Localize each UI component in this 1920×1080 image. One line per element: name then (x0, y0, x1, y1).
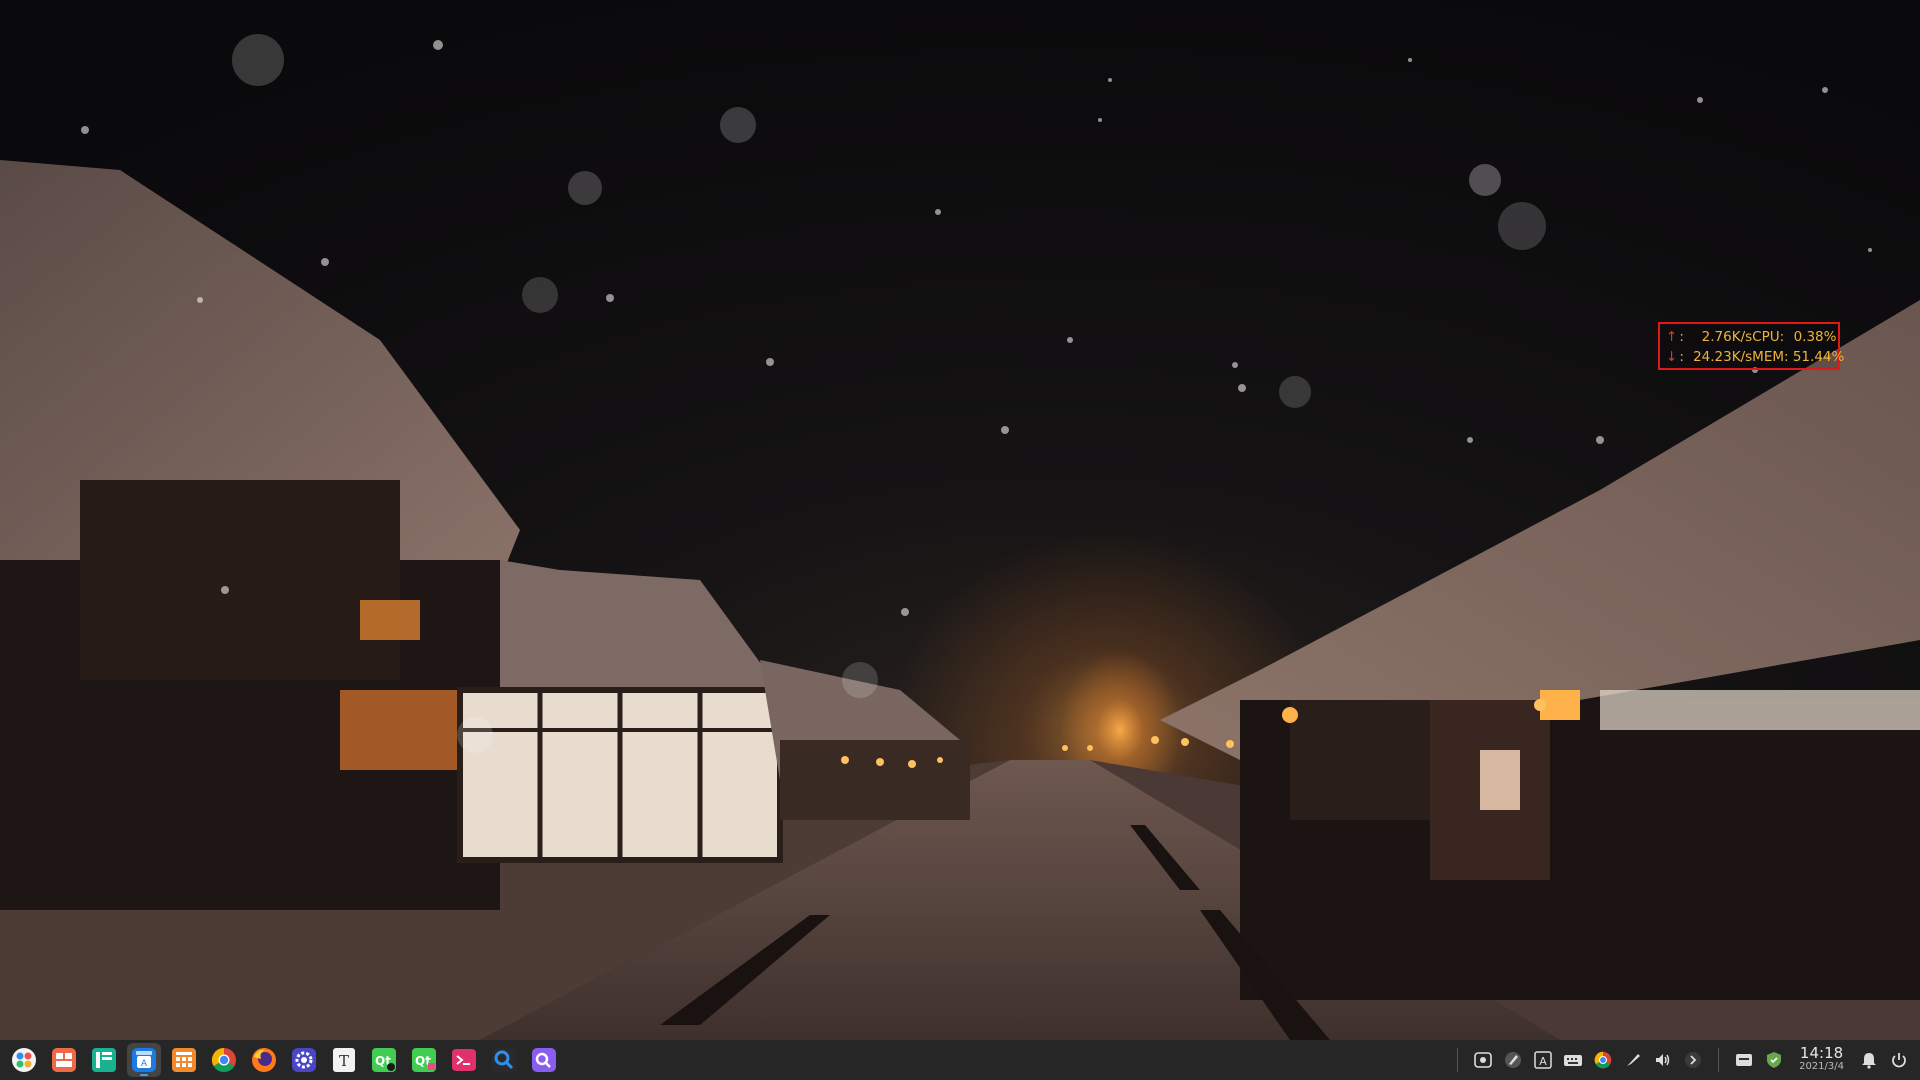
volume-tray-button[interactable] (1652, 1049, 1674, 1071)
pen-icon (1505, 1052, 1522, 1068)
taskbar: A T Qt Qt A 14:18 2021/3/4 (0, 1040, 1920, 1080)
desktop-wallpaper (0, 0, 1920, 1040)
shield-tray-button[interactable] (1763, 1049, 1785, 1071)
network-monitor-widget[interactable]: ↑: 2.76K/s CPU: 0.38% ↓: 24.23K/s MEM: 5… (1658, 322, 1845, 370)
mem-label: MEM: (1752, 349, 1789, 365)
svg-text:T: T (339, 1052, 349, 1070)
chrome-button[interactable] (207, 1043, 241, 1077)
gear-icon (292, 1048, 316, 1072)
upload-speed: 2.76K/s (1701, 329, 1753, 345)
notification-button[interactable] (1858, 1049, 1880, 1071)
expand-tray-icon (1685, 1052, 1702, 1068)
cpu-label: CPU: (1752, 329, 1785, 345)
input-method-icon: A (1534, 1051, 1552, 1069)
text-editor-icon: T (333, 1048, 355, 1072)
search-icon (492, 1048, 516, 1072)
app-store-button[interactable]: A (127, 1043, 161, 1077)
chrome-tray-button[interactable] (1592, 1049, 1614, 1071)
terminal-button[interactable] (447, 1043, 481, 1077)
mem-value: 51.44% (1792, 349, 1845, 365)
screenshot-tray-button[interactable] (1472, 1049, 1494, 1071)
screenshot-icon (1474, 1052, 1492, 1068)
multitask-view-icon (52, 1048, 76, 1072)
keyboard-tray-button[interactable] (1562, 1049, 1584, 1071)
pen-tray-button[interactable] (1502, 1049, 1524, 1071)
store-icon: A (132, 1048, 156, 1072)
brush-icon (1627, 1054, 1641, 1066)
qt-designer-button[interactable]: Qt (407, 1043, 441, 1077)
svg-text:A: A (141, 1059, 148, 1069)
tray-divider (1457, 1048, 1459, 1072)
text-editor-button[interactable]: T (327, 1043, 361, 1077)
firefox-icon (252, 1048, 276, 1072)
music-icon (532, 1048, 556, 1072)
qt-creator-button[interactable]: Qt (367, 1043, 401, 1077)
system-tray: A 14:18 2021/3/4 (1447, 1040, 1914, 1080)
download-label: : (1679, 349, 1684, 365)
terminal-icon (452, 1049, 476, 1071)
bell-icon (1862, 1053, 1876, 1069)
expand-tray-button[interactable] (1682, 1049, 1704, 1071)
power-icon (1892, 1053, 1906, 1068)
download-arrow-icon: ↓ (1666, 349, 1678, 365)
svg-text:A: A (1539, 1055, 1547, 1068)
dock-apps: A T Qt Qt (4, 1043, 564, 1077)
message-tray-button[interactable] (1733, 1049, 1755, 1071)
upload-label: : (1679, 329, 1684, 345)
clock[interactable]: 14:18 2021/3/4 (1799, 1046, 1844, 1074)
multitask-view-button[interactable] (47, 1043, 81, 1077)
shield-icon (1767, 1052, 1782, 1068)
firefox-button[interactable] (247, 1043, 281, 1077)
clock-date: 2021/3/4 (1799, 1061, 1844, 1072)
qt-designer-icon: Qt (412, 1048, 436, 1072)
launcher-icon (12, 1048, 36, 1072)
clock-time: 14:18 (1799, 1044, 1844, 1062)
settings-button[interactable] (287, 1043, 321, 1077)
upload-arrow-icon: ↑ (1666, 329, 1678, 345)
search-button[interactable] (487, 1043, 521, 1077)
chrome-icon (211, 1048, 236, 1073)
grid-icon (172, 1048, 196, 1072)
files-button[interactable] (167, 1043, 201, 1077)
desktop-icon (92, 1048, 116, 1072)
power-button[interactable] (1888, 1049, 1910, 1071)
launcher-button[interactable] (7, 1043, 41, 1077)
show-desktop-button[interactable] (87, 1043, 121, 1077)
brush-tray-button[interactable] (1622, 1049, 1644, 1071)
qt-icon: Qt (372, 1048, 396, 1072)
download-speed: 24.23K/s (1693, 349, 1753, 365)
message-icon (1736, 1054, 1753, 1066)
tray-divider (1718, 1048, 1720, 1072)
music-button[interactable] (527, 1043, 561, 1077)
keyboard-icon (1564, 1055, 1583, 1066)
cpu-value: 0.38% (1793, 329, 1837, 345)
input-method-tray-button[interactable]: A (1532, 1049, 1554, 1071)
chrome-tray-icon (1594, 1051, 1612, 1069)
volume-icon (1656, 1054, 1670, 1066)
